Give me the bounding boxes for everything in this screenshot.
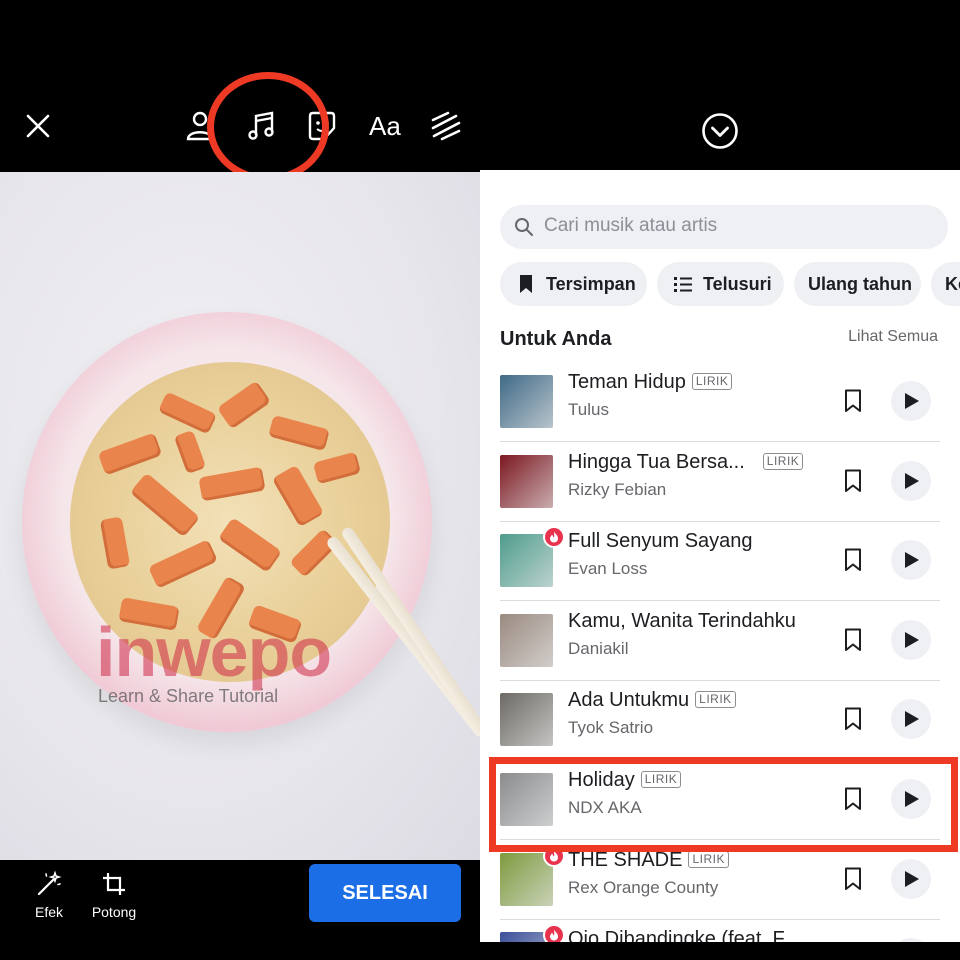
play-button[interactable]	[891, 460, 931, 501]
bookmark-icon[interactable]	[844, 628, 862, 652]
album-art	[500, 613, 553, 667]
lyrics-badge: LIRIK	[691, 373, 733, 390]
lyrics-badge: LIRIK	[695, 691, 736, 709]
see-all-link[interactable]: Lihat Semua	[848, 328, 938, 346]
music-picker-header	[480, 0, 960, 170]
play-icon	[905, 472, 919, 489]
section-title: Untuk Anda	[500, 328, 612, 350]
crop-icon	[103, 873, 125, 895]
chip-more-label: Ke	[945, 273, 960, 294]
bookmark-icon[interactable]	[844, 707, 862, 731]
track-artist: Daniakil	[568, 638, 629, 658]
play-icon	[905, 631, 919, 648]
bookmark-filled-icon	[520, 275, 532, 293]
effects-button[interactable]: Efek	[14, 870, 84, 920]
search-icon	[515, 218, 533, 236]
album-art	[500, 454, 553, 508]
photo-preview: inwepo Learn & Share Tutorial	[0, 172, 480, 860]
bookmark-icon[interactable]	[844, 389, 862, 413]
text-tool-button[interactable]: Aa	[369, 110, 401, 142]
magic-wand-icon	[37, 870, 62, 896]
bookmark-icon[interactable]	[844, 867, 862, 891]
bookmark-icon[interactable]	[844, 548, 862, 572]
play-button[interactable]	[891, 858, 931, 899]
track-row[interactable]: Kamu, Wanita Terindahku Daniakil	[500, 602, 940, 681]
track-row[interactable]: THE SHADE LIRIK Rex Orange County	[500, 841, 940, 920]
trending-flame-icon	[543, 526, 565, 549]
track-row[interactable]: Teman Hidup LIRIK Tulus	[500, 363, 940, 442]
trending-flame-icon	[543, 924, 565, 942]
track-title: THE SHADE LIRIK	[568, 849, 729, 872]
watermark: inwepo Learn & Share Tutorial	[96, 612, 396, 722]
play-icon	[905, 393, 919, 409]
track-row[interactable]: Ojo Dibandingke (feat. F	[500, 920, 940, 942]
category-chips: Tersimpan Telusuri Ulang tahun Ke	[500, 262, 960, 306]
music-tool-highlight	[207, 72, 329, 182]
track-artist: Rex Orange County	[568, 877, 719, 897]
selected-track-highlight	[489, 757, 958, 852]
track-title: Ada Untukmu LIRIK	[568, 689, 736, 712]
play-button[interactable]	[891, 540, 931, 581]
chip-browse[interactable]: Telusuri	[657, 262, 784, 306]
track-title: Teman Hidup LIRIK	[568, 371, 733, 394]
play-icon	[905, 870, 919, 887]
play-icon	[905, 711, 919, 728]
editor-toolbar: Aa	[0, 0, 480, 182]
watermark-tagline: Learn & Share Tutorial	[98, 686, 279, 706]
lyrics-badge: LIRIK	[688, 850, 729, 868]
track-row[interactable]: Hingga Tua Bersa... LIRIK Rizky Febian	[500, 443, 940, 522]
chip-saved[interactable]: Tersimpan	[500, 262, 647, 306]
chip-birthday-label: Ulang tahun	[808, 273, 912, 294]
track-title: Full Senyum Sayang	[568, 530, 753, 553]
track-artist: Tulus	[568, 400, 609, 419]
track-row[interactable]: Ada Untukmu LIRIK Tyok Satrio	[500, 681, 940, 761]
screen: Aa inwepo Learn & Share Tutorial Efek Po…	[0, 0, 960, 960]
track-row[interactable]: Full Senyum Sayang Evan Loss	[500, 522, 940, 602]
track-title: Hingga Tua Bersa... LIRIK	[568, 451, 804, 474]
done-button[interactable]: SELESAI	[309, 864, 461, 922]
list-icon	[674, 277, 692, 292]
track-artist: Tyok Satrio	[568, 718, 654, 738]
chip-more[interactable]: Ke	[931, 262, 960, 306]
track-artist: Evan Loss	[568, 559, 648, 579]
chip-saved-label: Tersimpan	[546, 273, 636, 294]
album-art	[500, 693, 553, 747]
close-icon[interactable]	[24, 112, 52, 140]
editor-bottom-bar: Efek Potong SELESAI	[0, 860, 480, 960]
search-placeholder: Cari musik atau artis	[544, 215, 718, 236]
search-input[interactable]: Cari musik atau artis	[500, 205, 948, 249]
story-editor-panel: Aa inwepo Learn & Share Tutorial Efek Po…	[0, 0, 480, 960]
chevron-down-circle-icon[interactable]	[701, 112, 739, 150]
track-title: Ojo Dibandingke (feat. F	[568, 928, 785, 942]
track-artist: Rizky Febian	[568, 479, 667, 499]
chip-browse-label: Telusuri	[703, 273, 772, 294]
track-title: Kamu, Wanita Terindahku	[568, 609, 796, 632]
play-button[interactable]	[891, 938, 931, 942]
crop-label: Potong	[91, 904, 137, 920]
draw-icon[interactable]	[428, 108, 464, 144]
crop-button[interactable]: Potong	[79, 870, 149, 920]
album-art	[500, 375, 553, 428]
play-button[interactable]	[891, 699, 931, 740]
effects-label: Efek	[34, 904, 63, 920]
play-button[interactable]	[891, 619, 931, 660]
play-button[interactable]	[891, 381, 931, 421]
chip-birthday[interactable]: Ulang tahun	[794, 262, 921, 306]
bookmark-icon[interactable]	[844, 469, 862, 493]
play-icon	[905, 552, 919, 569]
lyrics-badge: LIRIK	[762, 452, 804, 470]
watermark-logo: inwepo	[96, 613, 332, 691]
